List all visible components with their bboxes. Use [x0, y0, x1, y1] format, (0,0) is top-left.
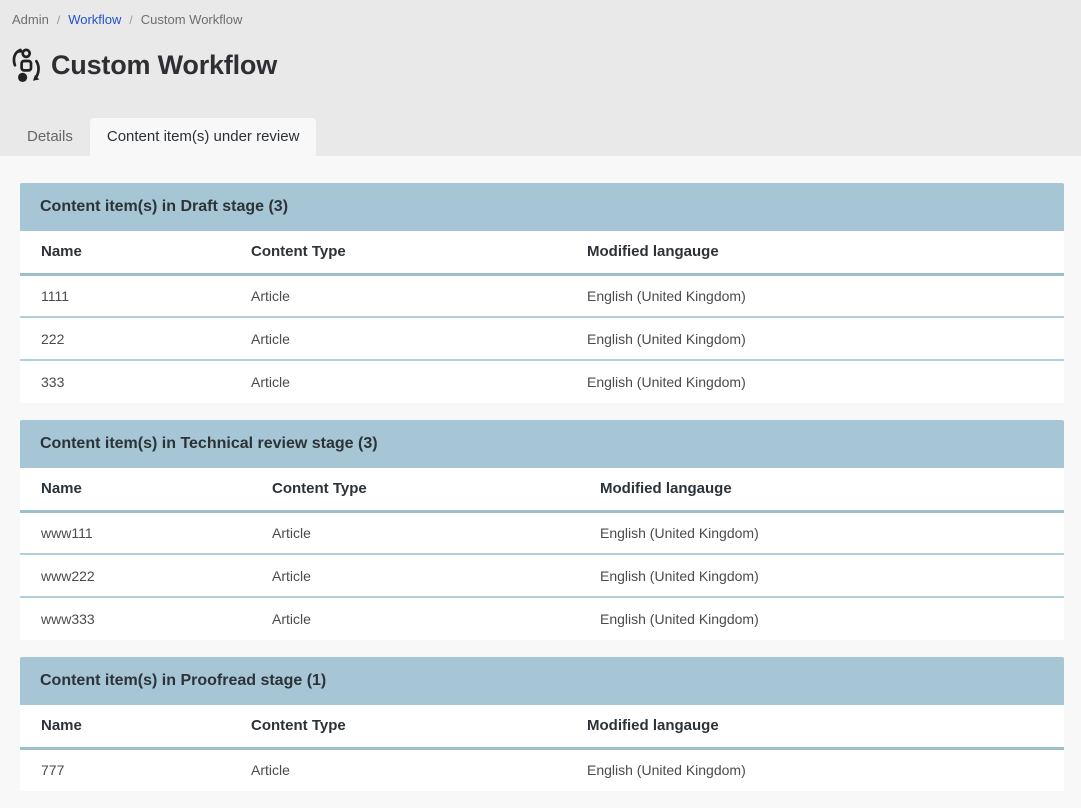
table-row[interactable]: 777ArticleEnglish (United Kingdom) [20, 748, 1064, 791]
cell-name: 222 [20, 317, 230, 360]
breadcrumb-item-custom-workflow: Custom Workflow [141, 12, 243, 27]
breadcrumb-item-admin: Admin [12, 12, 49, 27]
stage-table: NameContent TypeModified langaugewww111A… [20, 468, 1064, 640]
column-header-content-type: Content Type [230, 705, 566, 748]
workflow-icon [10, 48, 42, 82]
cell-content-type: Article [251, 597, 579, 640]
table-header-row: NameContent TypeModified langauge [20, 231, 1064, 274]
stage-table: NameContent TypeModified langauge777Arti… [20, 705, 1064, 791]
breadcrumb-separator: / [57, 13, 60, 27]
stage-table: NameContent TypeModified langauge1111Art… [20, 231, 1064, 403]
tab-content-item-s-under-review[interactable]: Content item(s) under review [90, 118, 317, 156]
table-row[interactable]: www222ArticleEnglish (United Kingdom) [20, 554, 1064, 597]
stage-section-content-item-s-in-technical-review-stage-3: Content item(s) in Technical review stag… [20, 420, 1064, 640]
table-row[interactable]: 333ArticleEnglish (United Kingdom) [20, 360, 1064, 403]
column-header-content-type: Content Type [230, 231, 566, 274]
column-header-modified-langauge: Modified langauge [566, 705, 1064, 748]
table-header-row: NameContent TypeModified langauge [20, 468, 1064, 511]
table-row[interactable]: www333ArticleEnglish (United Kingdom) [20, 597, 1064, 640]
cell-modified-language: English (United Kingdom) [579, 597, 1064, 640]
column-header-modified-langauge: Modified langauge [579, 468, 1064, 511]
breadcrumb-separator: / [129, 13, 132, 27]
cell-content-type: Article [230, 274, 566, 317]
cell-modified-language: English (United Kingdom) [566, 274, 1064, 317]
cell-content-type: Article [251, 511, 579, 554]
breadcrumb: Admin / Workflow / Custom Workflow [0, 0, 1081, 27]
table-row[interactable]: www111ArticleEnglish (United Kingdom) [20, 511, 1064, 554]
content-area: Content item(s) in Draft stage (3)NameCo… [0, 156, 1081, 791]
page-header: Admin / Workflow / Custom Workflow Custom Wo… [0, 0, 1081, 156]
stage-section-content-item-s-in-proofread-stage-1: Content item(s) in Proofread stage (1)Na… [20, 657, 1064, 791]
cell-modified-language: English (United Kingdom) [579, 554, 1064, 597]
column-header-modified-langauge: Modified langauge [566, 231, 1064, 274]
cell-modified-language: English (United Kingdom) [566, 317, 1064, 360]
stage-section-content-item-s-in-draft-stage-3: Content item(s) in Draft stage (3)NameCo… [20, 183, 1064, 403]
column-header-name: Name [20, 705, 230, 748]
table-row[interactable]: 222ArticleEnglish (United Kingdom) [20, 317, 1064, 360]
column-header-content-type: Content Type [251, 468, 579, 511]
column-header-name: Name [20, 468, 251, 511]
stage-header: Content item(s) in Technical review stag… [20, 420, 1064, 468]
cell-modified-language: English (United Kingdom) [566, 748, 1064, 791]
cell-name: www333 [20, 597, 251, 640]
tab-details[interactable]: Details [10, 118, 90, 156]
tab-bar: DetailsContent item(s) under review [0, 118, 316, 156]
page-title: Custom Workflow [51, 50, 277, 81]
cell-modified-language: English (United Kingdom) [579, 511, 1064, 554]
cell-name: 1111 [20, 274, 230, 317]
cell-content-type: Article [230, 360, 566, 403]
cell-modified-language: English (United Kingdom) [566, 360, 1064, 403]
table-row[interactable]: 1111ArticleEnglish (United Kingdom) [20, 274, 1064, 317]
cell-name: 777 [20, 748, 230, 791]
table-header-row: NameContent TypeModified langauge [20, 705, 1064, 748]
title-row: Custom Workflow [0, 48, 1081, 82]
cell-name: www222 [20, 554, 251, 597]
cell-content-type: Article [230, 317, 566, 360]
cell-name: 333 [20, 360, 230, 403]
cell-content-type: Article [251, 554, 579, 597]
stage-header: Content item(s) in Draft stage (3) [20, 183, 1064, 231]
cell-name: www111 [20, 511, 251, 554]
cell-content-type: Article [230, 748, 566, 791]
breadcrumb-item-workflow[interactable]: Workflow [68, 12, 121, 27]
stage-header: Content item(s) in Proofread stage (1) [20, 657, 1064, 705]
column-header-name: Name [20, 231, 230, 274]
